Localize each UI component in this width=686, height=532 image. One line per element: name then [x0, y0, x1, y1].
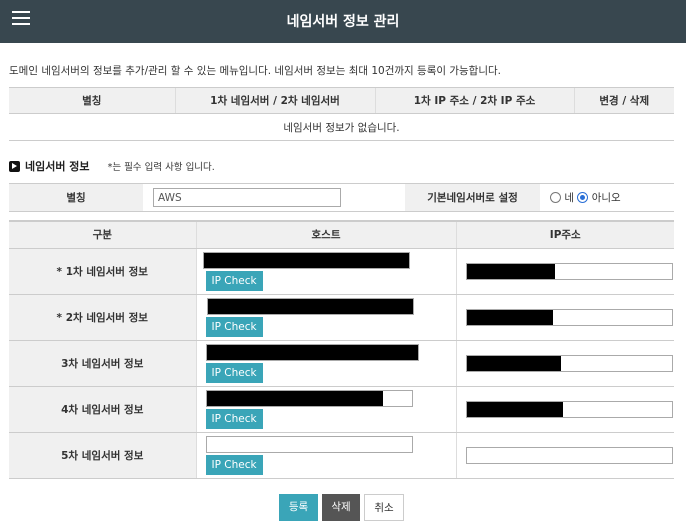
col-header-nameservers: 1차 네임서버 / 2차 네임서버 [174, 87, 375, 114]
section-header: 네임서버 정보 *는 필수 입력 사항 입니다. [9, 158, 215, 174]
ip-cell [455, 294, 674, 341]
alias-form-table: 별칭 기본네임서버로 설정 네 아니오 [9, 183, 674, 212]
row-label: * 2차 네임서버 정보 [9, 294, 196, 341]
section-title: 네임서버 정보 [25, 160, 90, 173]
radio-no-label: 아니오 [591, 192, 621, 204]
redacted-block [207, 298, 413, 314]
ip-cell [455, 386, 674, 433]
radio-no[interactable] [577, 192, 589, 203]
page-description: 도메인 네임서버의 정보를 추가/관리 할 수 있는 메뉴입니다. 네임서버 정… [9, 65, 502, 77]
host-cell: IP Check [195, 294, 456, 341]
row-label: 4차 네임서버 정보 [9, 386, 196, 433]
required-note: *는 필수 입력 사항 입니다. [107, 162, 215, 173]
nameserver-list-table: 별칭 1차 네임서버 / 2차 네임서버 1차 IP 주소 / 2차 IP 주소… [9, 87, 674, 141]
host-input[interactable] [206, 297, 414, 315]
col-header-ipaddr: IP주소 [455, 220, 674, 249]
ip-input[interactable] [465, 354, 673, 372]
col-header-category: 구분 [9, 220, 196, 249]
host-cell: IP Check [195, 432, 456, 479]
alias-input[interactable] [153, 188, 341, 207]
ip-check-button[interactable]: IP Check [205, 454, 263, 475]
table-row: 5차 네임서버 정보 IP Check [9, 432, 674, 479]
page-title: 네임서버 정보 관리 [286, 14, 400, 30]
row-label: 3차 네임서버 정보 [9, 340, 196, 387]
redacted-block [466, 263, 555, 279]
alias-label: 별칭 [9, 183, 143, 212]
host-cell: IP Check [195, 248, 456, 295]
col-header-actions: 변경 / 삭제 [573, 87, 674, 114]
ip-input[interactable] [465, 446, 673, 464]
ip-check-button[interactable]: IP Check [205, 270, 263, 291]
redacted-block [466, 355, 561, 371]
empty-message: 네임서버 정보가 없습니다. [9, 113, 674, 141]
alias-cell [143, 183, 405, 212]
redacted-block [206, 344, 418, 360]
redacted-block [466, 309, 553, 325]
default-ns-label: 기본네임서버로 설정 [405, 183, 540, 212]
ip-cell [455, 432, 674, 479]
ip-check-button[interactable]: IP Check [205, 316, 263, 337]
action-buttons: 등록 삭제 취소 [279, 494, 404, 521]
row-label: 5차 네임서버 정보 [9, 432, 196, 479]
ip-input[interactable] [465, 262, 673, 280]
host-input[interactable] [205, 343, 419, 361]
register-button[interactable]: 등록 [279, 494, 318, 521]
redacted-block [466, 401, 563, 417]
table-row: 4차 네임서버 정보 IP Check [9, 386, 674, 433]
ip-input[interactable] [465, 400, 673, 418]
table-row: * 1차 네임서버 정보 IP Check [9, 248, 674, 295]
default-ns-options: 네 아니오 [540, 183, 674, 212]
section-arrow-icon [9, 160, 20, 172]
ip-check-button[interactable]: IP Check [205, 408, 263, 429]
delete-button[interactable]: 삭제 [322, 494, 360, 521]
col-header-host: 호스트 [195, 220, 456, 249]
table-row: * 2차 네임서버 정보 IP Check [9, 294, 674, 341]
radio-yes-label: 네 [564, 192, 575, 204]
col-header-alias: 별칭 [9, 87, 175, 114]
redacted-block [203, 252, 409, 268]
col-header-ip: 1차 IP 주소 / 2차 IP 주소 [374, 87, 574, 114]
top-header: 네임서버 정보 관리 [0, 0, 686, 43]
ip-cell [455, 340, 674, 387]
host-cell: IP Check [195, 386, 456, 433]
host-input[interactable] [202, 251, 410, 269]
cancel-button[interactable]: 취소 [364, 494, 404, 521]
host-cell: IP Check [195, 340, 456, 387]
ip-cell [455, 248, 674, 295]
host-input[interactable] [205, 435, 413, 453]
host-input[interactable] [205, 389, 413, 407]
table-row: 3차 네임서버 정보 IP Check [9, 340, 674, 387]
nameserver-form-table: 구분 호스트 IP주소 * 1차 네임서버 정보 IP Check * 2차 네… [9, 220, 674, 479]
radio-yes[interactable] [550, 192, 561, 203]
redacted-block [206, 390, 383, 406]
row-label: * 1차 네임서버 정보 [9, 248, 196, 295]
ip-check-button[interactable]: IP Check [205, 362, 263, 383]
ip-input[interactable] [465, 308, 673, 326]
